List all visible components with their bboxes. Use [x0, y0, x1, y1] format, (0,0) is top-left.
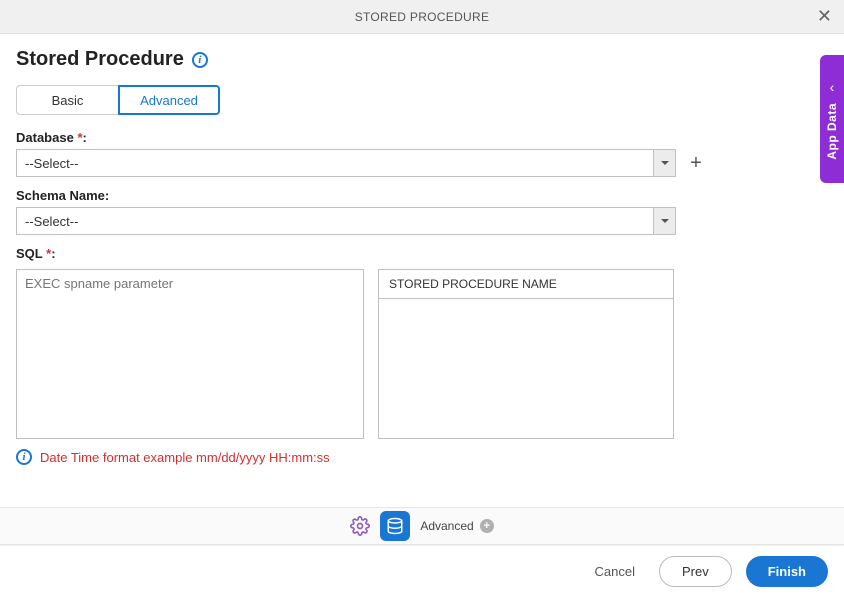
stored-procedure-name-header: STORED PROCEDURE NAME: [378, 269, 674, 299]
page-title: Stored Procedure: [16, 48, 184, 71]
cancel-button[interactable]: Cancel: [585, 556, 645, 587]
sql-textarea[interactable]: [16, 269, 364, 439]
hint-text: Date Time format example mm/dd/yyyy HH:m…: [40, 450, 330, 465]
info-icon[interactable]: i: [192, 52, 208, 68]
tab-basic[interactable]: Basic: [16, 85, 118, 115]
page-title-row: Stored Procedure i: [16, 48, 828, 71]
step-bar: Advanced +: [0, 507, 844, 545]
schema-label: Schema Name:: [16, 188, 109, 203]
title-bar-text: STORED PROCEDURE: [355, 10, 490, 24]
prev-button[interactable]: Prev: [659, 556, 732, 587]
stored-procedure-name-box: STORED PROCEDURE NAME: [378, 269, 674, 439]
database-field: Database *: --Select-- +: [16, 129, 828, 177]
gear-icon[interactable]: [350, 516, 370, 536]
info-icon: i: [16, 449, 32, 465]
database-select[interactable]: --Select--: [16, 149, 676, 177]
database-label: Database *:: [16, 130, 87, 145]
tab-advanced[interactable]: Advanced: [118, 85, 220, 115]
plus-circle-icon[interactable]: +: [480, 519, 494, 533]
schema-select[interactable]: --Select--: [16, 207, 676, 235]
add-database-button[interactable]: +: [686, 153, 706, 173]
chevron-down-icon[interactable]: [653, 150, 675, 176]
chevron-down-icon[interactable]: [653, 208, 675, 234]
tabs: Basic Advanced: [16, 85, 828, 115]
advanced-step-label: Advanced +: [420, 519, 493, 533]
database-icon[interactable]: [380, 511, 410, 541]
stored-procedure-name-body[interactable]: [378, 299, 674, 439]
hint-row: i Date Time format example mm/dd/yyyy HH…: [16, 449, 828, 465]
sql-field: SQL *: STORED PROCEDURE NAME i Date Time…: [16, 245, 828, 465]
schema-select-value: --Select--: [17, 214, 653, 229]
title-bar: STORED PROCEDURE ✕: [0, 0, 844, 34]
chevron-left-icon: ‹: [830, 79, 835, 95]
database-select-value: --Select--: [17, 156, 653, 171]
side-tab-label: App Data: [825, 103, 839, 160]
sql-label: SQL *:: [16, 246, 56, 261]
footer: Cancel Prev Finish: [0, 545, 844, 596]
schema-field: Schema Name: --Select--: [16, 187, 828, 235]
app-data-side-tab[interactable]: ‹ App Data: [820, 55, 844, 183]
close-icon[interactable]: ✕: [817, 7, 832, 25]
finish-button[interactable]: Finish: [746, 556, 828, 587]
